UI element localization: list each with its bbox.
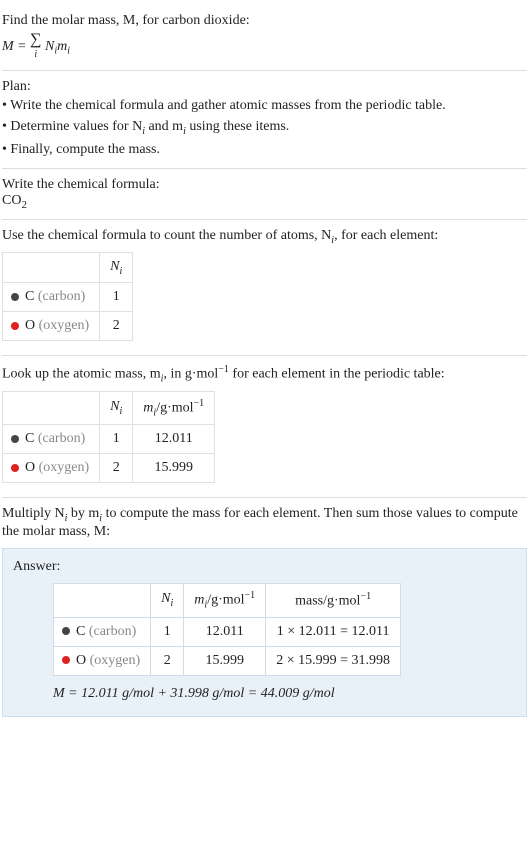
carbon-N: 1 xyxy=(151,617,184,646)
carbon-dot-icon xyxy=(11,435,19,443)
oxygen-cell: O (oxygen) xyxy=(3,312,100,341)
oxygen-dot-icon xyxy=(11,464,19,472)
count-prompt: Use the chemical formula to count the nu… xyxy=(2,228,527,246)
plan-title: Plan: xyxy=(2,79,527,95)
multiply-section: Multiply Ni by mi to compute the mass fo… xyxy=(2,498,527,732)
table-row: Ni mi/g·mol−1 mass/g·mol−1 xyxy=(54,584,401,617)
result-line: M = 12.011 g/mol + 31.998 g/mol = 44.009… xyxy=(53,686,516,702)
plan-item-1: • Write the chemical formula and gather … xyxy=(2,95,527,116)
empty-header xyxy=(3,391,100,424)
plan-item-2: • Determine values for Ni and mi using t… xyxy=(2,116,527,139)
chemical-formula-section: Write the chemical formula: CO2 xyxy=(2,169,527,220)
table-row: Ni xyxy=(3,252,133,283)
intro-text: Find the molar mass, M, for carbon dioxi… xyxy=(2,13,250,28)
N-header: Ni xyxy=(100,391,133,424)
table-row: O (oxygen) 2 15.999 2 × 15.999 = 31.998 xyxy=(54,646,401,675)
table-row: O (oxygen) 2 15.999 xyxy=(3,454,215,483)
chemformula-prompt: Write the chemical formula: xyxy=(2,177,527,193)
table-row: C (carbon) 1 xyxy=(3,283,133,312)
oxygen-N: 2 xyxy=(100,454,133,483)
atomicmass-table: Ni mi/g·mol−1 C (carbon) 1 12.011 O (oxy… xyxy=(2,391,215,483)
oxygen-cell: O (oxygen) xyxy=(3,454,100,483)
oxygen-count: 2 xyxy=(100,312,133,341)
plan-section: Plan: • Write the chemical formula and g… xyxy=(2,71,527,169)
m-header: mi/g·mol−1 xyxy=(133,391,215,424)
table-row: O (oxygen) 2 xyxy=(3,312,133,341)
oxygen-dot-icon xyxy=(11,322,19,330)
N-header: Ni xyxy=(100,252,133,283)
oxygen-N: 2 xyxy=(151,646,184,675)
oxygen-cell: O (oxygen) xyxy=(54,646,151,675)
oxygen-dot-icon xyxy=(62,656,70,664)
intro-section: Find the molar mass, M, for carbon dioxi… xyxy=(2,2,527,71)
carbon-m: 12.011 xyxy=(184,617,266,646)
table-row: Ni mi/g·mol−1 xyxy=(3,391,215,424)
plan-item-3: • Finally, compute the mass. xyxy=(2,139,527,160)
chemical-formula: CO2 xyxy=(2,193,527,211)
oxygen-m: 15.999 xyxy=(133,454,215,483)
atomicmass-prompt: Look up the atomic mass, mi, in g·mol−1 … xyxy=(2,364,527,384)
empty-header xyxy=(3,252,100,283)
molar-mass-formula: M = ∑i Nimi xyxy=(2,33,527,60)
intro-line: Find the molar mass, M, for carbon dioxi… xyxy=(2,10,527,31)
answer-table: Ni mi/g·mol−1 mass/g·mol−1 C (carbon) 1 … xyxy=(53,583,401,675)
table-row: C (carbon) 1 12.011 1 × 12.011 = 12.011 xyxy=(54,617,401,646)
plan-list: • Write the chemical formula and gather … xyxy=(2,95,527,160)
m-header: mi/g·mol−1 xyxy=(184,584,266,617)
carbon-mass: 1 × 12.011 = 12.011 xyxy=(266,617,401,646)
carbon-count: 1 xyxy=(100,283,133,312)
carbon-m: 12.011 xyxy=(133,425,215,454)
oxygen-m: 15.999 xyxy=(184,646,266,675)
answer-box: Answer: Ni mi/g·mol−1 mass/g·mol−1 C (ca… xyxy=(2,548,527,716)
carbon-cell: C (carbon) xyxy=(3,425,100,454)
carbon-N: 1 xyxy=(100,425,133,454)
answer-label: Answer: xyxy=(13,559,516,575)
table-row: C (carbon) 1 12.011 xyxy=(3,425,215,454)
multiply-prompt: Multiply Ni by mi to compute the mass fo… xyxy=(2,506,527,540)
carbon-cell: C (carbon) xyxy=(54,617,151,646)
empty-header xyxy=(54,584,151,617)
count-atoms-section: Use the chemical formula to count the nu… xyxy=(2,220,527,357)
mass-header: mass/g·mol−1 xyxy=(266,584,401,617)
carbon-dot-icon xyxy=(11,293,19,301)
count-table: Ni C (carbon) 1 O (oxygen) 2 xyxy=(2,252,133,342)
atomic-mass-section: Look up the atomic mass, mi, in g·mol−1 … xyxy=(2,356,527,498)
N-header: Ni xyxy=(151,584,184,617)
carbon-cell: C (carbon) xyxy=(3,283,100,312)
carbon-dot-icon xyxy=(62,627,70,635)
oxygen-mass: 2 × 15.999 = 31.998 xyxy=(266,646,401,675)
